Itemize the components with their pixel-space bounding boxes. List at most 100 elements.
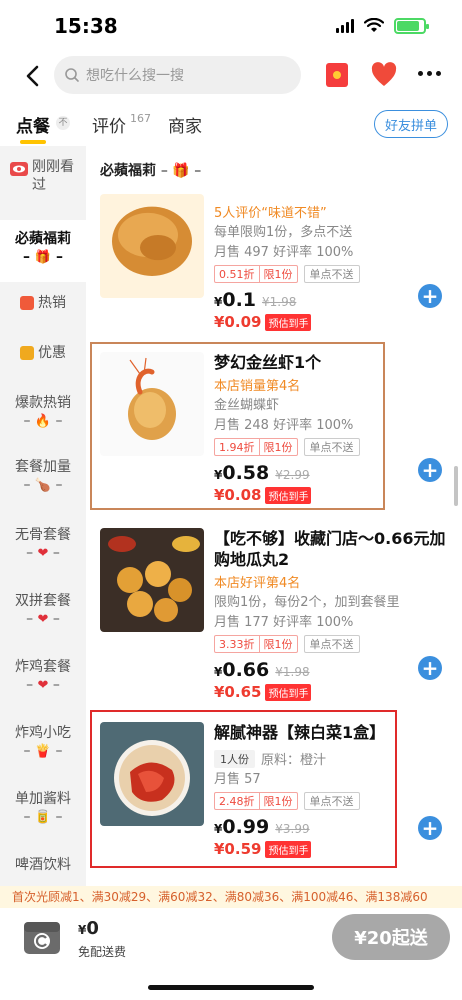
sidebar-item-discount[interactable]: 优惠 [0,344,86,368]
gift-icon: 🎁 [172,163,190,179]
limit-text: 限1份 [258,793,297,809]
tab-merchant[interactable]: 商家 [168,112,202,137]
product-info: 【吃不够】收藏门店～0.66元加购地瓜丸2 本店好评第4名 限购1份，每份2个，… [214,528,449,701]
estimated-label: 预估到手 [265,313,312,331]
sidebar-item-label: 刚刚看过 [32,159,74,193]
status-icons [336,18,429,34]
heart-icon: ❤ [37,678,49,693]
product-price: ¥0.99 ¥3.99 [214,816,449,838]
discount-text: 2.48折 [219,795,255,808]
cart-total: ¥0 [78,918,99,939]
no-delivery-tag: 单点不送 [303,635,360,653]
tab-order-badge: 不 [56,116,70,130]
gift-icon: 🎁 [34,250,52,265]
product-highlight: 本店好评第4名 [214,576,301,591]
status-bar: 15:38 [0,0,462,52]
discount-tag: 2.48折 限1份 [214,792,298,810]
product-desc: 限购1份，每份2个，加到套餐里 [214,595,400,610]
original-price: ¥3.99 [275,822,310,836]
sidebar-item-combo-plus[interactable]: 套餐加量 – 🍗 – [0,458,86,498]
product-image [100,352,204,456]
add-to-cart-button[interactable]: + [418,656,442,680]
sidebar-item-label: 优惠 [38,345,66,361]
sidebar-item-welfare[interactable]: 必蘋福莉 – 🎁 – [0,220,86,282]
product-sales: 月售 57 [214,772,261,787]
product-desc: 金丝蝴蝶虾 [214,398,280,413]
product-highlight: 5人评价“味道不错” [214,206,327,221]
estimated-value: ¥0.65 [214,683,262,701]
tab-reviews[interactable]: 评价 [92,112,126,137]
sidebar-item-fried-combo[interactable]: 炸鸡套餐 – ❤ – [0,658,86,698]
sidebar-item-hits[interactable]: 爆款热销 – 🔥 – [0,394,86,434]
chicken-leg-icon: 🍗 [34,478,52,493]
discount-text: 0.51折 [219,268,255,281]
add-to-cart-button[interactable]: + [418,284,442,308]
checkout-button[interactable]: ¥20起送 [332,914,450,960]
search-placeholder: 想吃什么搜一搜 [86,68,184,84]
menu-page: 15:38 想吃什么搜一搜 点餐 不 评价 167 商家 好友拼单 刚刚看过 必… [0,0,462,1000]
estimated-price: ¥0.59 预估到手 [214,840,449,858]
no-delivery-tag: 单点不送 [303,438,360,456]
product-card[interactable]: 解腻神器【辣白菜1盒】 1人份 原料：橙汁 月售 57 2.48折 限1份 单点不… [86,722,462,862]
price-value: 0.58 [222,462,270,484]
product-card[interactable]: 【吃不够】收藏门店～0.66元加购地瓜丸2 本店好评第4名 限购1份，每份2个，… [86,528,462,701]
portion-tag: 1人份 [214,749,255,768]
sidebar-item-boneless[interactable]: 无骨套餐 – ❤ – [0,526,86,566]
flame-icon [20,296,34,310]
no-delivery-tag: 单点不送 [303,265,360,283]
estimated-price: ¥0.08 预估到手 [214,486,449,504]
product-desc: 每单限购1份，多点不送 [214,225,353,240]
search-input[interactable]: 想吃什么搜一搜 [54,56,301,94]
product-name: 解腻神器【辣白菜1盒】 [214,723,386,742]
limit-text: 限1份 [258,266,297,282]
shopping-bag-icon[interactable] [20,914,64,958]
product-sales: 月售 248 好评率 100% [214,418,354,433]
estimated-label: 预估到手 [265,840,312,858]
original-price: ¥2.99 [275,468,310,482]
red-packet-icon[interactable] [326,63,348,87]
sidebar-item-hot[interactable]: 热销 [0,294,86,318]
sidebar-item-label: 必蘋福莉 [15,231,71,247]
discount-text: 1.94折 [219,441,255,454]
sidebar-item-drinks[interactable]: 啤酒饮料 [0,856,86,886]
sidebar-item-double[interactable]: 双拼套餐 – ❤ – [0,592,86,632]
sidebar-item-label: 爆款热销 [15,395,71,411]
original-price: ¥1.98 [275,665,310,679]
tab-active-indicator [20,140,46,144]
sidebar-item-snacks[interactable]: 炸鸡小吃 – 🍟 – [0,724,86,764]
group-order-button[interactable]: 好友拼单 [374,110,448,138]
section-title: 必蘋福莉 – 🎁 – [100,163,202,179]
no-delivery-tag: 单点不送 [303,792,360,810]
cart-amount: 0 [86,918,99,939]
sauce-icon: 🥫 [34,810,52,825]
product-tags: 0.51折 限1份 单点不送 [214,265,449,283]
cart-bar: ¥0 免配送费 ¥20起送 [0,908,462,1000]
promo-banner: 首次光顾减1、满30减29、满60减32、满80减36、满100减46、满138… [0,886,462,908]
back-icon[interactable] [20,60,48,92]
price-value: 0.99 [222,816,270,838]
favorite-heart-icon[interactable] [370,61,398,89]
more-icon[interactable] [418,71,441,76]
sidebar-item-label: 无骨套餐 [15,527,71,543]
estimated-price: ¥0.09 预估到手 [214,313,449,331]
sidebar-item-sauce[interactable]: 单加酱料 – 🥫 – [0,790,86,830]
product-info: 梦幻金丝虾1个 本店销量第4名 金丝蝴蝶虾 月售 248 好评率 100% 1.… [214,352,449,504]
limit-text: 限1份 [258,636,297,652]
sidebar-item-label: 热销 [38,295,66,311]
product-card[interactable]: 5人评价“味道不错” 每单限购1份，多点不送 月售 497 好评率 100% 0… [86,194,462,334]
tab-order[interactable]: 点餐 [16,112,50,137]
sidebar-item-label: 单加酱料 [15,791,71,807]
tab-reviews-count: 167 [130,112,151,125]
add-to-cart-button[interactable]: + [418,816,442,840]
add-to-cart-button[interactable]: + [418,458,442,482]
price-value: 0.66 [222,659,270,681]
scrollbar[interactable] [454,466,458,506]
sidebar-item-label: 炸鸡套餐 [15,659,71,675]
sidebar-item-label: 双拼套餐 [15,593,71,609]
product-image [100,194,204,298]
sidebar-item-recent[interactable]: 刚刚看过 [0,158,86,210]
category-sidebar: 刚刚看过 必蘋福莉 – 🎁 – 热销 优惠 爆款热销 – 🔥 – 套餐加量 – … [0,146,86,886]
home-indicator [148,985,314,990]
status-time: 15:38 [54,14,118,38]
product-card[interactable]: 梦幻金丝虾1个 本店销量第4名 金丝蝴蝶虾 月售 248 好评率 100% 1.… [86,352,462,504]
